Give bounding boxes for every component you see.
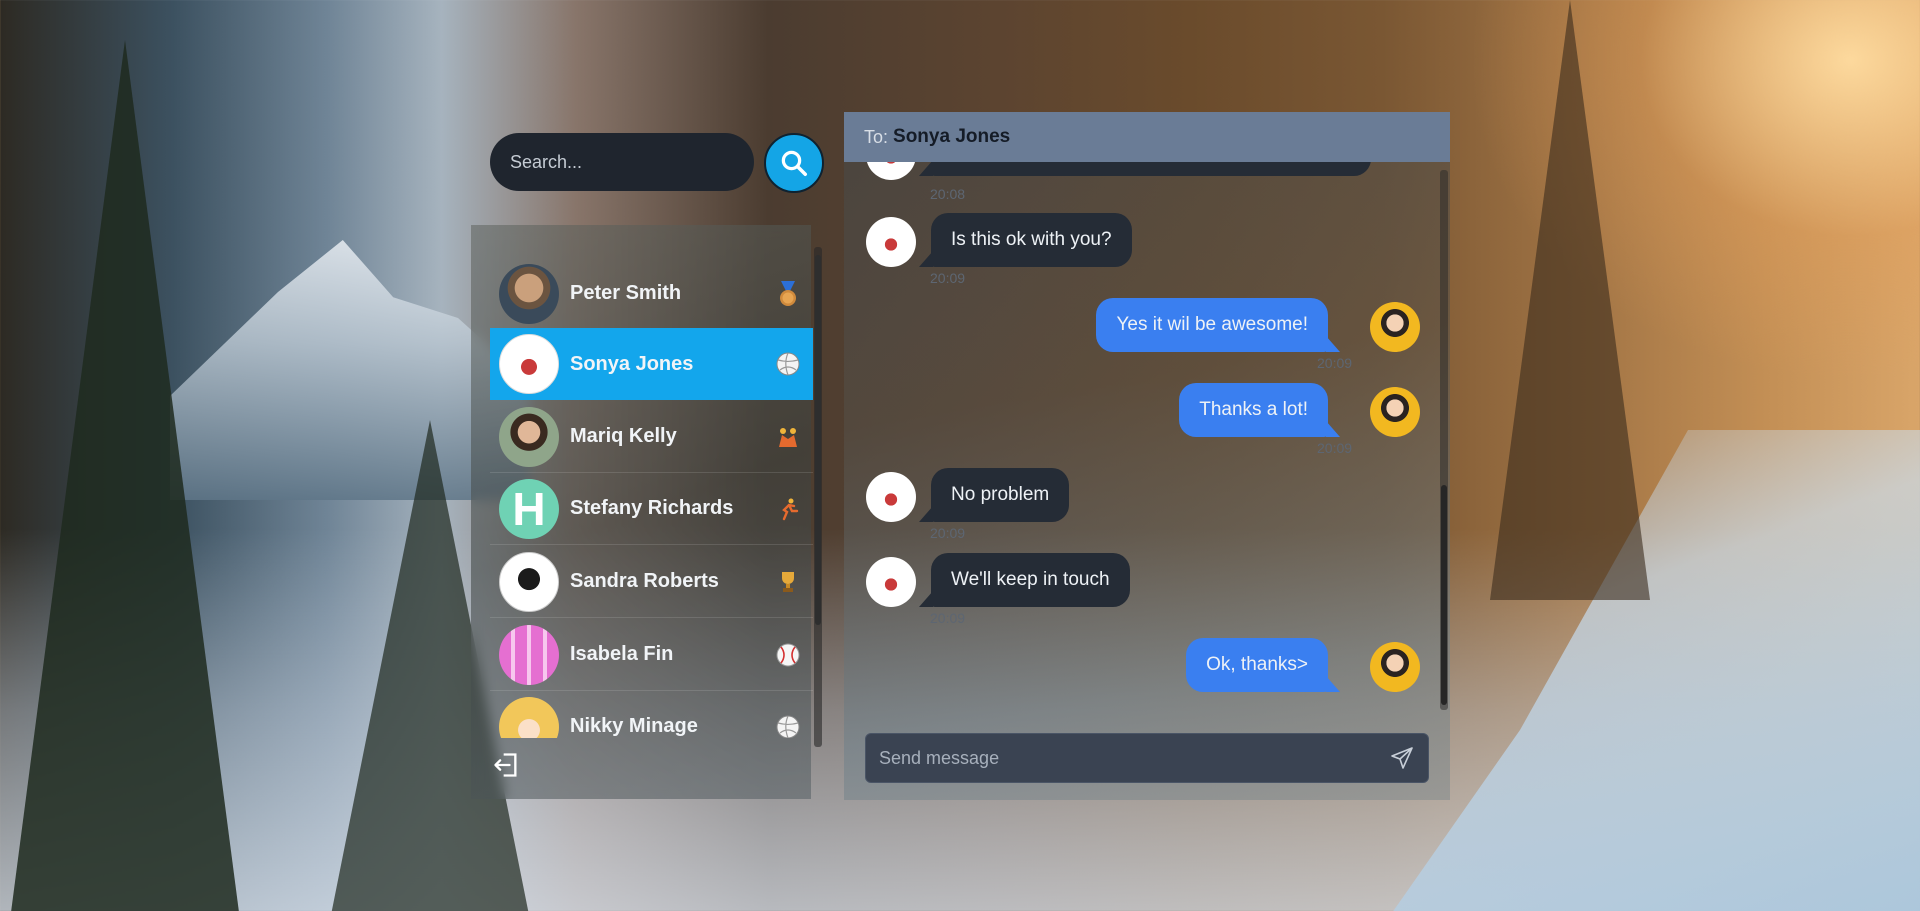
background-snow-trail [1380,430,1920,911]
message-time: 20:08 [930,186,966,202]
contact-item[interactable]: Isabela Fin [490,619,813,691]
contact-item[interactable]: Mariq Kelly [490,401,813,473]
send-button[interactable] [1390,746,1416,772]
baseball-icon [775,642,801,668]
message-time: 20:09 [930,610,966,626]
contact-name: Nikky Minage [570,715,698,737]
avatar [499,263,559,324]
message-time: 20:09 [1317,440,1353,456]
contact-name: Sandra Roberts [570,570,719,592]
message-input[interactable] [866,734,1376,782]
avatar [866,217,916,267]
wrestling-icon [775,424,801,450]
volleyball-icon [775,714,801,738]
message-bubble-outgoing: Yes it wil be awesome! [1096,298,1328,352]
avatar [499,406,559,467]
message-time: 20:09 [930,270,966,286]
avatar [499,624,559,685]
avatar [866,472,916,522]
contact-item[interactable]: Nikky Minage [490,691,813,738]
contacts-scrollbar[interactable] [814,247,822,747]
avatar [866,162,916,180]
search-input[interactable] [490,133,754,191]
runner-icon [775,496,801,522]
avatar [499,551,559,612]
avatar [499,334,559,394]
trophy-icon [775,569,801,595]
messages-scrollbar[interactable] [1440,170,1448,710]
contact-list: Peter Smith Sonya Jones Mariq Kelly H St… [490,258,813,738]
avatar: H [499,478,559,539]
message-bubble-outgoing: Thanks a lot! [1179,383,1328,437]
avatar [1370,302,1420,352]
logout-button[interactable] [492,751,520,779]
message-bubble-outgoing: Ok, thanks> [1186,638,1328,692]
contact-name: Stefany Richards [570,497,734,519]
contact-name: Sonya Jones [570,352,694,375]
background-tree [1490,0,1650,600]
contact-item[interactable]: H Stefany Richards [490,473,813,545]
avatar [866,557,916,607]
volleyball-icon [775,351,801,377]
avatar [499,696,559,738]
contact-name: Isabela Fin [570,643,674,665]
recipient-name: Sonya Jones [893,126,1011,147]
send-icon [1391,747,1413,769]
search-button[interactable] [764,133,824,193]
avatar [1370,387,1420,437]
scrollbar-thumb[interactable] [815,255,821,625]
avatar [1370,642,1420,692]
contact-item[interactable]: Peter Smith [490,258,813,330]
message-list: 20:08 Is this ok with you? 20:09 Yes it … [844,162,1438,707]
logout-icon [494,753,517,777]
chat-header: To: Sonya Jones [844,112,1450,162]
message-bubble-incoming [931,162,1371,176]
to-label: To: [864,126,889,147]
message-time: 20:09 [930,525,966,541]
contact-item[interactable]: Sonya Jones [490,328,813,400]
message-bubble-incoming: No problem [931,468,1070,522]
bronze-medal-icon [775,280,801,307]
contact-name: Mariq Kelly [570,425,677,447]
message-composer [865,733,1429,783]
search-icon [781,150,807,176]
scrollbar-thumb[interactable] [1441,485,1447,705]
message-bubble-incoming: We'll keep in touch [931,553,1130,607]
message-time: 20:09 [1317,355,1353,371]
contact-item[interactable]: Sandra Roberts [490,546,813,618]
message-bubble-incoming: Is this ok with you? [931,213,1132,267]
contact-name: Peter Smith [570,282,682,304]
